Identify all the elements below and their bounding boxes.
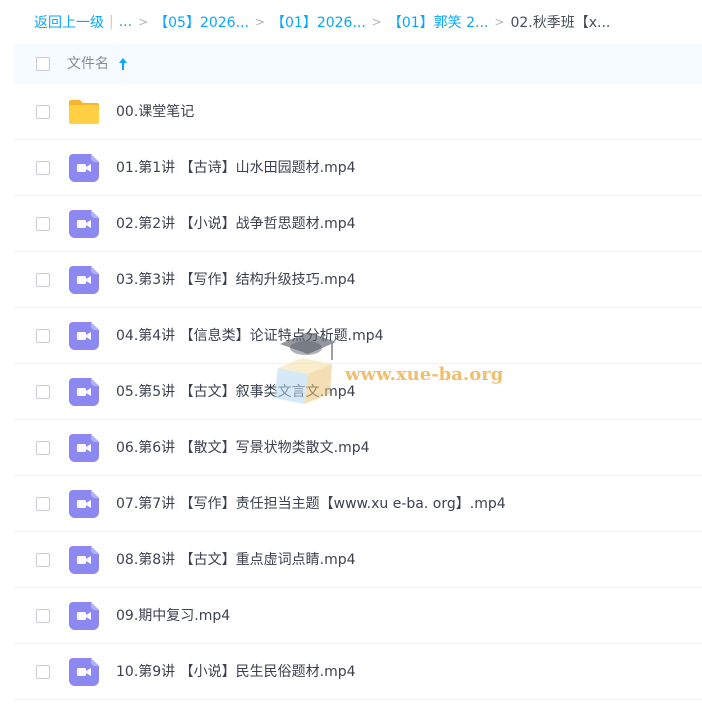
breadcrumb-divider: |	[109, 14, 114, 30]
video-file-icon	[67, 488, 101, 520]
file-name[interactable]: 03.第3讲 【写作】结构升级技巧.mp4	[116, 252, 356, 308]
back-link[interactable]: 返回上一级	[34, 12, 104, 32]
row-checkbox[interactable]	[36, 273, 50, 287]
row-checkbox[interactable]	[36, 161, 50, 175]
file-name[interactable]: 04.第4讲 【信息类】论证特点分析题.mp4	[116, 308, 384, 364]
file-name[interactable]: 00.课堂笔记	[116, 84, 194, 140]
row-checkbox[interactable]	[36, 497, 50, 511]
video-file-icon	[67, 376, 101, 408]
sort-ascending-icon[interactable]	[118, 57, 128, 71]
video-file-icon	[67, 544, 101, 576]
file-row[interactable]: 04.第4讲 【信息类】论证特点分析题.mp4	[14, 308, 702, 364]
file-list: 00.课堂笔记 01.第1讲 【古诗】山水田园题材.mp4 02.第2讲 【小说】战…	[14, 84, 702, 700]
row-checkbox[interactable]	[36, 105, 50, 119]
breadcrumb-ellipsis[interactable]: ...	[119, 14, 132, 30]
file-name[interactable]: 10.第9讲 【小说】民生民俗题材.mp4	[116, 644, 356, 700]
file-row[interactable]: 07.第7讲 【写作】责任担当主题【www.xu e-ba. org】.mp4	[14, 476, 702, 532]
video-file-icon	[67, 432, 101, 464]
chevron-right-icon: >	[371, 15, 382, 29]
row-checkbox[interactable]	[36, 329, 50, 343]
chevron-right-icon: >	[494, 15, 505, 29]
row-checkbox[interactable]	[36, 553, 50, 567]
file-row[interactable]: 02.第2讲 【小说】战争哲思题材.mp4	[14, 196, 702, 252]
video-file-icon	[67, 264, 101, 296]
breadcrumb-item[interactable]: 【05】2026...	[154, 12, 249, 32]
breadcrumb-item[interactable]: 【01】郭笑 2...	[388, 12, 489, 32]
chevron-right-icon: >	[254, 15, 265, 29]
row-checkbox[interactable]	[36, 609, 50, 623]
file-name[interactable]: 05.第5讲 【古文】叙事类文言文.mp4	[116, 364, 356, 420]
file-name[interactable]: 02.第2讲 【小说】战争哲思题材.mp4	[116, 196, 356, 252]
video-file-icon	[67, 656, 101, 688]
row-checkbox[interactable]	[36, 217, 50, 231]
row-checkbox[interactable]	[36, 385, 50, 399]
video-file-icon	[67, 208, 101, 240]
video-file-icon	[67, 320, 101, 352]
file-name[interactable]: 08.第8讲 【古文】重点虚词点睛.mp4	[116, 532, 356, 588]
file-row[interactable]: 10.第9讲 【小说】民生民俗题材.mp4	[14, 644, 702, 700]
file-browser: 返回上一级 | ... > 【05】2026... > 【01】2026... …	[0, 0, 702, 714]
file-row[interactable]: 09.期中复习.mp4	[14, 588, 702, 644]
video-file-icon	[67, 152, 101, 184]
file-name[interactable]: 07.第7讲 【写作】责任担当主题【www.xu e-ba. org】.mp4	[116, 476, 506, 532]
file-row[interactable]: 05.第5讲 【古文】叙事类文言文.mp4	[14, 364, 702, 420]
file-row[interactable]: 06.第6讲 【散文】写景状物类散文.mp4	[14, 420, 702, 476]
file-name[interactable]: 01.第1讲 【古诗】山水田园题材.mp4	[116, 140, 356, 196]
chevron-right-icon: >	[138, 15, 149, 29]
breadcrumb-item[interactable]: 【01】2026...	[271, 12, 366, 32]
table-header: 文件名	[14, 44, 702, 84]
select-all-checkbox[interactable]	[36, 57, 50, 71]
breadcrumb-current: 02.秋季班【x...	[510, 15, 611, 31]
file-row[interactable]: 03.第3讲 【写作】结构升级技巧.mp4	[14, 252, 702, 308]
file-name[interactable]: 06.第6讲 【散文】写景状物类散文.mp4	[116, 420, 370, 476]
folder-icon	[67, 96, 101, 128]
video-file-icon	[67, 600, 101, 632]
row-checkbox[interactable]	[36, 441, 50, 455]
breadcrumb: 返回上一级 | ... > 【05】2026... > 【01】2026... …	[0, 0, 702, 44]
file-row[interactable]: 08.第8讲 【古文】重点虚词点睛.mp4	[14, 532, 702, 588]
file-name[interactable]: 09.期中复习.mp4	[116, 588, 230, 644]
filename-column-header[interactable]: 文件名	[67, 44, 109, 84]
file-row[interactable]: 00.课堂笔记	[14, 84, 702, 140]
file-row[interactable]: 01.第1讲 【古诗】山水田园题材.mp4	[14, 140, 702, 196]
row-checkbox[interactable]	[36, 665, 50, 679]
